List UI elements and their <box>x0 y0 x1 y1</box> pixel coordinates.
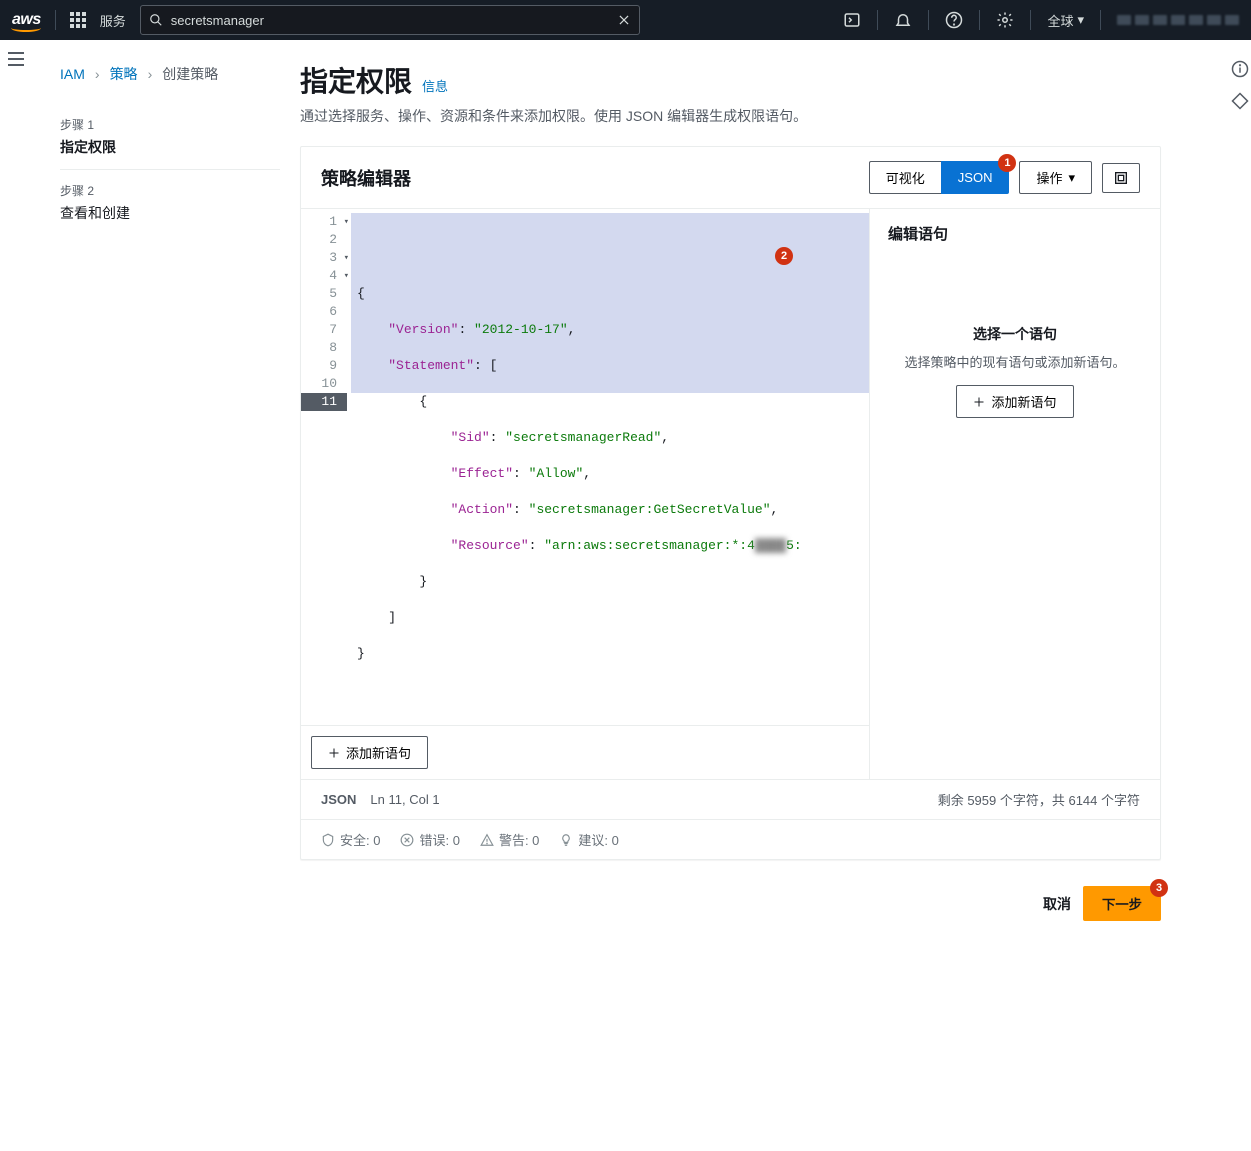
nav-separator <box>55 10 56 30</box>
account-menu[interactable] <box>1117 15 1239 25</box>
step-title: 指定权限 <box>60 137 280 157</box>
search-input[interactable] <box>171 13 609 28</box>
help-icon[interactable] <box>945 11 963 29</box>
side-toggle[interactable] <box>8 52 24 66</box>
content: 指定权限 信息 通过选择服务、操作、资源和条件来添加权限。使用 JSON 编辑器… <box>300 40 1251 961</box>
annotation-badge-1: 1 <box>998 154 1016 172</box>
next-button[interactable]: 下一步 3 <box>1083 886 1161 921</box>
plus-icon <box>328 747 340 759</box>
shield-icon <box>321 833 335 847</box>
breadcrumb: IAM › 策略 › 创建策略 <box>60 64 280 84</box>
search-icon <box>149 13 163 27</box>
json-mode-button[interactable]: JSON 1 <box>941 161 1010 194</box>
errors-check[interactable]: 错误: 0 <box>400 830 459 849</box>
warnings-check[interactable]: 警告: 0 <box>480 830 539 849</box>
annotation-badge-3: 3 <box>1150 879 1168 897</box>
error-icon <box>400 833 414 847</box>
statement-panel: 编辑语句 选择一个语句 选择策略中的现有语句或添加新语句。 添加新语句 <box>870 209 1160 779</box>
fullscreen-icon <box>1113 170 1129 186</box>
editor-mode-label: JSON <box>321 792 356 807</box>
region-selector[interactable]: 全球 ▾ <box>1047 11 1084 30</box>
annotation-badge-2: 2 <box>775 247 793 265</box>
cancel-button[interactable]: 取消 <box>1043 894 1071 914</box>
wizard-step-2[interactable]: 步骤 2 查看和创建 <box>60 170 280 235</box>
actions-dropdown[interactable]: 操作 ▾ <box>1019 161 1092 194</box>
nav-right: 全球 ▾ <box>843 10 1239 30</box>
bulb-icon <box>559 833 573 847</box>
code-editor[interactable]: 2 1234567891011 { "Version": "2012-10-17… <box>301 209 870 779</box>
code-body[interactable]: { "Version": "2012-10-17", "Statement": … <box>351 209 869 725</box>
caret-down-icon: ▾ <box>1077 12 1084 28</box>
step-label: 步骤 2 <box>60 182 280 199</box>
info-circle-icon[interactable] <box>1231 60 1249 78</box>
cursor-position: Ln 11, Col 1 <box>370 792 439 807</box>
step-label: 步骤 1 <box>60 116 280 133</box>
add-statement-button-side[interactable]: 添加新语句 <box>956 385 1073 418</box>
apps-grid-icon[interactable] <box>70 12 86 28</box>
validation-bar: 安全: 0 错误: 0 警告: 0 建议: 0 <box>301 819 1160 859</box>
empty-desc: 选择策略中的现有语句或添加新语句。 <box>888 352 1142 371</box>
wizard-nav: IAM › 策略 › 创建策略 步骤 1 指定权限 步骤 2 查看和创建 <box>40 40 300 961</box>
caret-down-icon: ▾ <box>1068 170 1075 186</box>
page-description: 通过选择服务、操作、资源和条件来添加权限。使用 JSON 编辑器生成权限语句。 <box>300 106 1161 126</box>
wizard-step-1[interactable]: 步骤 1 指定权限 <box>60 104 280 170</box>
diamond-icon[interactable] <box>1231 92 1249 110</box>
security-check[interactable]: 安全: 0 <box>321 830 380 849</box>
cloudshell-icon[interactable] <box>843 11 861 29</box>
page-title: 指定权限 <box>300 60 412 100</box>
info-link[interactable]: 信息 <box>422 76 448 95</box>
chevron-right-icon: › <box>95 66 100 82</box>
warning-icon <box>480 833 494 847</box>
panel-title: 策略编辑器 <box>321 165 411 191</box>
fullscreen-button[interactable] <box>1102 163 1140 193</box>
editor-mode-toggle: 可视化 JSON 1 <box>869 161 1010 194</box>
policy-editor-panel: 策略编辑器 可视化 JSON 1 操作 ▾ <box>300 146 1161 860</box>
gear-icon[interactable] <box>996 11 1014 29</box>
char-count: 剩余 5959 个字符，共 6144 个字符 <box>938 790 1140 809</box>
search-box[interactable] <box>140 5 640 35</box>
hamburger-icon <box>8 52 24 66</box>
line-gutter: 1234567891011 <box>301 209 351 725</box>
visual-mode-button[interactable]: 可视化 <box>869 161 941 194</box>
empty-title: 选择一个语句 <box>888 324 1142 344</box>
right-rail <box>1231 60 1249 110</box>
clear-icon[interactable] <box>617 13 631 27</box>
breadcrumb-iam[interactable]: IAM <box>60 66 85 82</box>
footer-actions: 取消 下一步 3 <box>300 886 1161 921</box>
breadcrumb-current: 创建策略 <box>162 64 218 84</box>
add-statement-button[interactable]: 添加新语句 <box>311 736 428 769</box>
breadcrumb-policies[interactable]: 策略 <box>110 64 138 84</box>
top-nav: aws 服务 全球 ▾ <box>0 0 1251 40</box>
chevron-right-icon: › <box>148 66 153 82</box>
aws-logo[interactable]: aws <box>12 11 41 29</box>
plus-icon <box>973 396 985 408</box>
services-label[interactable]: 服务 <box>100 11 126 30</box>
bell-icon[interactable] <box>894 11 912 29</box>
step-title: 查看和创建 <box>60 203 280 223</box>
statement-panel-title: 编辑语句 <box>888 223 1142 244</box>
suggestions-check[interactable]: 建议: 0 <box>559 830 618 849</box>
editor-status-bar: JSON Ln 11, Col 1 剩余 5959 个字符，共 6144 个字符 <box>301 779 1160 819</box>
